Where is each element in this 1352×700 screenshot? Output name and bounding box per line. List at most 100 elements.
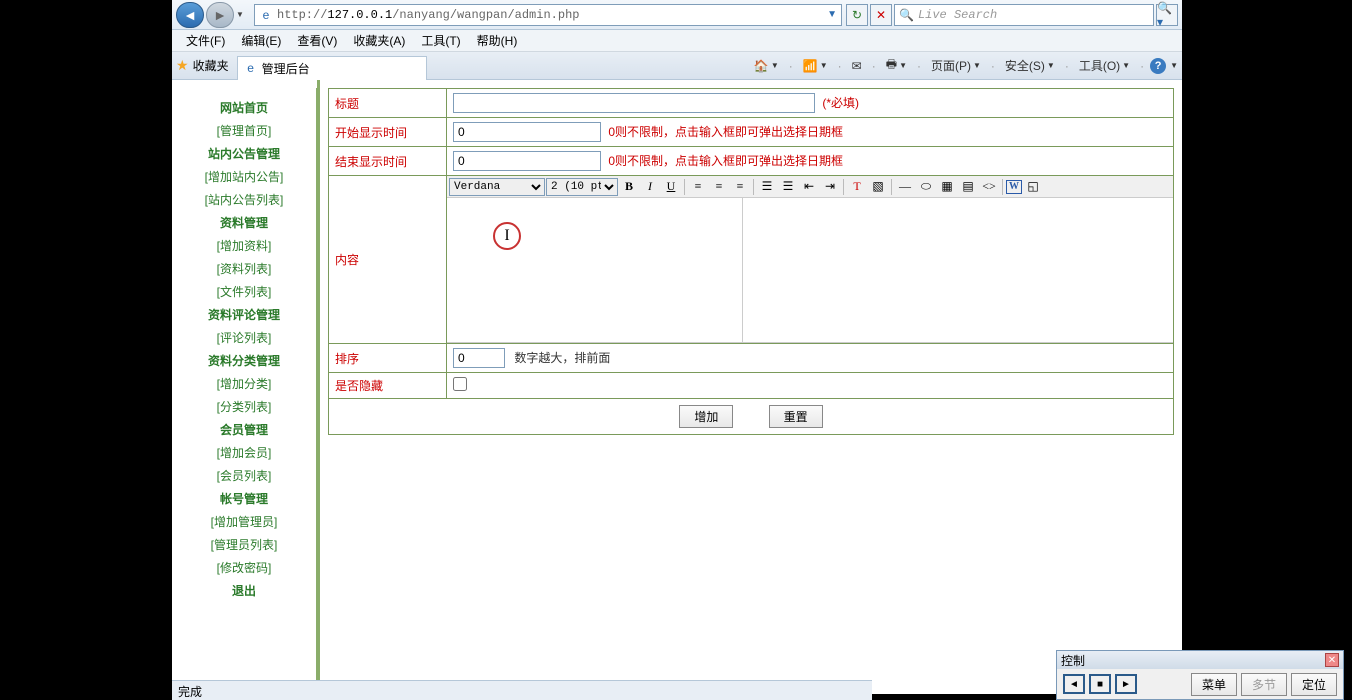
word-icon[interactable]: W <box>1006 180 1022 194</box>
sidebar-item-0[interactable]: 网站首页 <box>172 96 316 119</box>
sidebar-item-4[interactable]: [站内公告列表] <box>172 188 316 211</box>
sidebar-item-1[interactable]: [管理首页] <box>172 119 316 142</box>
home-button[interactable]: 🏠▼ <box>750 57 783 75</box>
search-placeholder: Live Search <box>918 8 1149 22</box>
title-input[interactable] <box>453 93 815 113</box>
main-content: 标题 (*必填) 开始显示时间 0则不限制，点击输入框即可弹出选择日期框 结束显… <box>317 80 1182 692</box>
title-label: 标题 <box>329 89 447 118</box>
bold-icon[interactable]: B <box>619 178 639 196</box>
bg-color-icon[interactable]: ▧ <box>868 178 888 196</box>
table-icon[interactable]: ▤ <box>958 178 978 196</box>
mail-button[interactable]: ✉ <box>848 57 866 75</box>
sidebar-item-19[interactable]: [管理员列表] <box>172 533 316 556</box>
tab-page-icon: e <box>244 61 258 75</box>
active-tab[interactable]: e 管理后台 <box>237 56 427 80</box>
control-menu-button[interactable]: 菜单 <box>1191 673 1237 696</box>
sidebar-item-7[interactable]: [资料列表] <box>172 257 316 280</box>
print-button[interactable]: 🖶▼ <box>882 53 911 78</box>
end-time-label: 结束显示时间 <box>329 147 447 176</box>
favorites-star-icon[interactable]: ★ <box>176 57 189 74</box>
sidebar-item-13[interactable]: [分类列表] <box>172 395 316 418</box>
sidebar-item-14[interactable]: 会员管理 <box>172 418 316 441</box>
menu-tools[interactable]: 工具(T) <box>413 30 468 51</box>
unordered-list-icon[interactable]: ☰ <box>778 178 798 196</box>
image-icon[interactable]: ▦ <box>937 178 957 196</box>
sidebar-item-3[interactable]: [增加站内公告] <box>172 165 316 188</box>
refresh-button[interactable]: ↻ <box>846 4 868 26</box>
stop-button[interactable]: ✕ <box>870 4 892 26</box>
align-left-icon[interactable]: ≡ <box>688 178 708 196</box>
safety-menu[interactable]: 安全(S)▼ <box>1001 55 1059 76</box>
tab-title: 管理后台 <box>262 60 310 77</box>
page-menu[interactable]: 页面(P)▼ <box>927 55 985 76</box>
underline-icon[interactable]: U <box>661 178 681 196</box>
hidden-checkbox[interactable] <box>453 377 467 391</box>
control-panel: 控制 ✕ ◄ ■ ► 菜单 多节 定位 <box>1056 650 1344 700</box>
control-play-icon[interactable]: ■ <box>1089 674 1111 694</box>
sidebar-item-9[interactable]: 资料评论管理 <box>172 303 316 326</box>
sidebar-item-11[interactable]: 资料分类管理 <box>172 349 316 372</box>
sidebar-item-6[interactable]: [增加资料] <box>172 234 316 257</box>
forward-button[interactable]: ► <box>206 2 234 28</box>
sidebar-item-10[interactable]: [评论列表] <box>172 326 316 349</box>
control-locate-button[interactable]: 定位 <box>1291 673 1337 696</box>
nav-history-dropdown[interactable]: ▼ <box>236 10 248 19</box>
sidebar-item-12[interactable]: [增加分类] <box>172 372 316 395</box>
sidebar-item-5[interactable]: 资料管理 <box>172 211 316 234</box>
tools-menu[interactable]: 工具(O)▼ <box>1075 55 1134 76</box>
source-icon[interactable]: <> <box>979 178 999 196</box>
reset-button[interactable]: 重置 <box>769 405 823 428</box>
start-time-input[interactable] <box>453 122 601 142</box>
control-prev-icon[interactable]: ◄ <box>1063 674 1085 694</box>
sort-hint: 数字越大，排前面 <box>514 351 610 365</box>
title-required: (*必填) <box>822 96 859 110</box>
sidebar-item-21[interactable]: 退出 <box>172 579 316 602</box>
hr-icon[interactable]: — <box>895 178 915 196</box>
menu-file[interactable]: 文件(F) <box>178 30 233 51</box>
sort-input[interactable] <box>453 348 505 368</box>
control-close-icon[interactable]: ✕ <box>1325 653 1339 667</box>
italic-icon[interactable]: I <box>640 178 660 196</box>
menu-help[interactable]: 帮助(H) <box>469 30 526 51</box>
menu-edit[interactable]: 编辑(E) <box>233 30 289 51</box>
search-go-button[interactable]: 🔍▾ <box>1156 4 1178 26</box>
align-right-icon[interactable]: ≡ <box>730 178 750 196</box>
tab-bar: ★ 收藏夹 e 管理后台 🏠▼ · 📶▼ · ✉ · 🖶▼ · 页面(P)▼ ·… <box>172 52 1182 80</box>
sort-label: 排序 <box>329 344 447 373</box>
address-dropdown-icon[interactable]: ▼ <box>827 9 837 20</box>
hidden-label: 是否隐藏 <box>329 373 447 399</box>
rich-editor: Verdana 2 (10 pt) B I U ≡ ≡ ≡ ☰ <box>447 176 1173 343</box>
editor-body[interactable]: I <box>447 198 743 342</box>
submit-button[interactable]: 增加 <box>679 405 733 428</box>
indent-icon[interactable]: ⇥ <box>820 178 840 196</box>
menu-view[interactable]: 查看(V) <box>289 30 345 51</box>
sidebar: 网站首页[管理首页]站内公告管理[增加站内公告][站内公告列表]资料管理[增加资… <box>172 80 320 692</box>
font-family-select[interactable]: Verdana <box>449 178 545 196</box>
text-color-icon[interactable]: T <box>847 178 867 196</box>
control-next-icon[interactable]: ► <box>1115 674 1137 694</box>
sidebar-item-20[interactable]: [修改密码] <box>172 556 316 579</box>
search-bar[interactable]: 🔍 Live Search <box>894 4 1154 26</box>
ordered-list-icon[interactable]: ☰ <box>757 178 777 196</box>
help-icon[interactable]: ? <box>1150 58 1166 74</box>
sidebar-item-15[interactable]: [增加会员] <box>172 441 316 464</box>
sidebar-item-17[interactable]: 帐号管理 <box>172 487 316 510</box>
font-size-select[interactable]: 2 (10 pt) <box>546 178 618 196</box>
feeds-button[interactable]: 📶▼ <box>799 57 832 75</box>
outdent-icon[interactable]: ⇤ <box>799 178 819 196</box>
address-bar[interactable]: e http://127.0.0.1/nanyang/wangpan/admin… <box>254 4 842 26</box>
preview-icon[interactable]: ◱ <box>1023 178 1043 196</box>
control-multi-button[interactable]: 多节 <box>1241 673 1287 696</box>
back-button[interactable]: ◄ <box>176 2 204 28</box>
favorites-label[interactable]: 收藏夹 <box>193 57 229 74</box>
ie-page-icon: e <box>259 8 273 22</box>
sidebar-item-8[interactable]: [文件列表] <box>172 280 316 303</box>
end-time-hint: 0则不限制，点击输入框即可弹出选择日期框 <box>608 154 843 168</box>
link-icon[interactable]: ⬭ <box>916 178 936 196</box>
end-time-input[interactable] <box>453 151 601 171</box>
align-center-icon[interactable]: ≡ <box>709 178 729 196</box>
sidebar-item-2[interactable]: 站内公告管理 <box>172 142 316 165</box>
menu-favorites[interactable]: 收藏夹(A) <box>345 30 413 51</box>
sidebar-item-18[interactable]: [增加管理员] <box>172 510 316 533</box>
sidebar-item-16[interactable]: [会员列表] <box>172 464 316 487</box>
